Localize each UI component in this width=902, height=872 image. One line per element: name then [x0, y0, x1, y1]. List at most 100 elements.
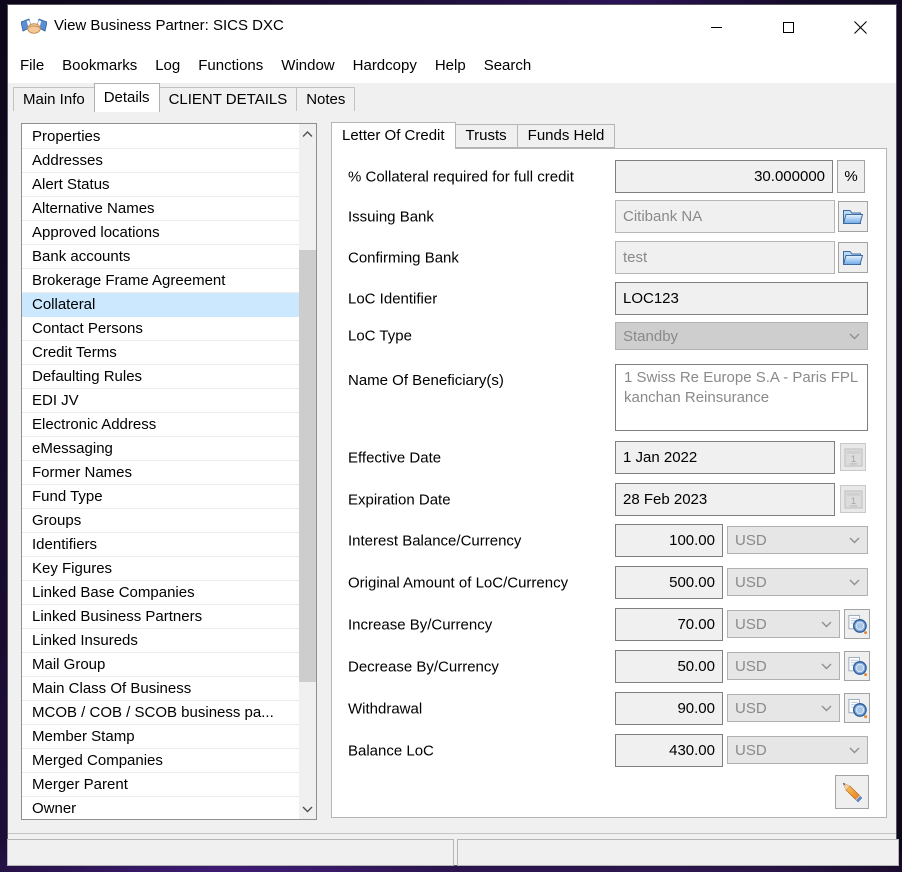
original-amount-input[interactable]: 500.00	[615, 566, 723, 599]
menu-item[interactable]: Log	[146, 49, 189, 83]
balance-loc-input[interactable]: 430.00	[615, 734, 723, 767]
sidebar-item[interactable]: Credit Terms	[22, 341, 299, 365]
sidebar-item[interactable]: Linked Business Partners	[22, 605, 299, 629]
sidebar-item[interactable]: Groups	[22, 509, 299, 533]
effective-date-calendar-button[interactable]: 1	[840, 443, 866, 471]
expiration-date-calendar-button[interactable]: 1	[840, 485, 866, 513]
sidebar-item[interactable]: Linked Base Companies	[22, 581, 299, 605]
issuing-bank-input[interactable]: Citibank NA	[615, 200, 835, 233]
sidebar-item[interactable]: Owner	[22, 797, 299, 819]
decrease-by-currency-select[interactable]: USD	[727, 652, 840, 680]
maximize-icon	[783, 22, 794, 33]
main-tab[interactable]: Details	[94, 83, 160, 112]
withdrawal-currency-select[interactable]: USD	[727, 694, 840, 722]
sidebar-item[interactable]: Electronic Address	[22, 413, 299, 437]
sidebar-item[interactable]: Merged Companies	[22, 749, 299, 773]
sidebar-item[interactable]: Properties	[22, 125, 299, 149]
loc-identifier-label: LoC Identifier	[348, 290, 437, 307]
form-row: Original Amount of LoC/Currency 500.00 U…	[332, 566, 886, 599]
sidebar-item[interactable]: Alert Status	[22, 173, 299, 197]
detail-tab[interactable]: Funds Held	[517, 124, 616, 148]
currency-value: USD	[735, 616, 767, 633]
window-title: View Business Partner: SICS DXC	[54, 17, 284, 34]
confirming-bank-input[interactable]: test	[615, 241, 835, 274]
percent-button[interactable]: %	[837, 160, 865, 193]
menu-item[interactable]: Hardcopy	[344, 49, 426, 83]
form-row: % Collateral required for full credit 30…	[332, 160, 886, 193]
original-amount-currency-select[interactable]: USD	[727, 568, 868, 596]
decrease-by-preview-button[interactable]	[844, 651, 870, 681]
status-bar	[8, 839, 896, 866]
scroll-thumb[interactable]	[299, 250, 316, 682]
sidebar-item[interactable]: Main Class Of Business	[22, 677, 299, 701]
edit-button[interactable]	[835, 775, 869, 809]
content-area: PropertiesAddressesAlert StatusAlternati…	[8, 112, 896, 834]
form-row: LoC Type Standby	[332, 322, 886, 350]
sidebar-item[interactable]: Bank accounts	[22, 245, 299, 269]
minimize-button[interactable]	[680, 5, 752, 49]
scroll-down-arrow[interactable]	[299, 799, 316, 819]
sidebar-item[interactable]: Addresses	[22, 149, 299, 173]
loc-type-select[interactable]: Standby	[615, 322, 868, 350]
sidebar-item[interactable]: MCOB / COB / SCOB business pa...	[22, 701, 299, 725]
sidebar-item[interactable]: Mail Group	[22, 653, 299, 677]
issuing-bank-lookup-button[interactable]	[838, 201, 868, 232]
original-amount-label: Original Amount of LoC/Currency	[348, 574, 568, 591]
close-button[interactable]	[824, 5, 896, 49]
title-bar[interactable]: View Business Partner: SICS DXC	[8, 5, 896, 49]
menu-item[interactable]: Bookmarks	[53, 49, 146, 83]
scroll-track[interactable]	[299, 144, 316, 799]
sidebar-item[interactable]: Linked Insureds	[22, 629, 299, 653]
sidebar-item[interactable]: Brokerage Frame Agreement	[22, 269, 299, 293]
confirming-bank-lookup-button[interactable]	[838, 242, 868, 273]
form-row: LoC Identifier LOC123	[332, 282, 886, 315]
interest-balance-input[interactable]: 100.00	[615, 524, 723, 557]
effective-date-input[interactable]: 1 Jan 2022	[615, 441, 835, 474]
sidebar-item[interactable]: EDI JV	[22, 389, 299, 413]
expiration-date-input[interactable]: 28 Feb 2023	[615, 483, 835, 516]
collateral-pct-input[interactable]: 30.000000	[615, 160, 833, 193]
increase-by-input[interactable]: 70.00	[615, 608, 723, 641]
desktop: { "window": { "title": "View Business Pa…	[0, 0, 902, 872]
window-controls	[680, 5, 896, 49]
form-row: Decrease By/Currency 50.00 USD	[332, 650, 886, 683]
sidebar-item[interactable]: Contact Persons	[22, 317, 299, 341]
sidebar-item[interactable]: Alternative Names	[22, 197, 299, 221]
sidebar-item[interactable]: Former Names	[22, 461, 299, 485]
decrease-by-input[interactable]: 50.00	[615, 650, 723, 683]
increase-by-currency-select[interactable]: USD	[727, 610, 840, 638]
menu-item[interactable]: Help	[426, 49, 475, 83]
maximize-button[interactable]	[752, 5, 824, 49]
menu-item[interactable]: Window	[272, 49, 343, 83]
sidebar-item[interactable]: Defaulting Rules	[22, 365, 299, 389]
sidebar-item[interactable]: Approved locations	[22, 221, 299, 245]
increase-by-label: Increase By/Currency	[348, 616, 492, 633]
chevron-down-icon	[821, 621, 832, 628]
scroll-up-arrow[interactable]	[299, 124, 316, 144]
withdrawal-preview-button[interactable]	[844, 693, 870, 723]
main-tab[interactable]: CLIENT DETAILS	[159, 87, 298, 111]
menu-item[interactable]: Functions	[189, 49, 272, 83]
main-tab[interactable]: Notes	[296, 87, 355, 111]
balance-loc-currency-select[interactable]: USD	[727, 736, 868, 764]
sidebar-item[interactable]: Identifiers	[22, 533, 299, 557]
main-tab[interactable]: Main Info	[13, 87, 95, 111]
detail-tab[interactable]: Trusts	[455, 124, 518, 148]
status-pane-right	[457, 839, 899, 866]
sidebar-item[interactable]: Member Stamp	[22, 725, 299, 749]
sidebar-item[interactable]: Key Figures	[22, 557, 299, 581]
withdrawal-input[interactable]: 90.00	[615, 692, 723, 725]
menu-item[interactable]: Search	[475, 49, 541, 83]
issuing-bank-label: Issuing Bank	[348, 208, 434, 225]
sidebar-item[interactable]: Fund Type	[22, 485, 299, 509]
sidebar-item[interactable]: eMessaging	[22, 437, 299, 461]
menu-item[interactable]: File	[11, 49, 53, 83]
beneficiary-textarea[interactable]: 1 Swiss Re Europe S.A - Paris FPL kancha…	[615, 364, 868, 431]
sidebar-item[interactable]: Merger Parent	[22, 773, 299, 797]
sidebar-scrollbar[interactable]	[299, 124, 316, 819]
detail-tab[interactable]: Letter Of Credit	[331, 122, 456, 149]
loc-identifier-input[interactable]: LOC123	[615, 282, 868, 315]
increase-by-preview-button[interactable]	[844, 609, 870, 639]
sidebar-item[interactable]: Collateral	[22, 293, 299, 317]
interest-currency-select[interactable]: USD	[727, 526, 868, 554]
